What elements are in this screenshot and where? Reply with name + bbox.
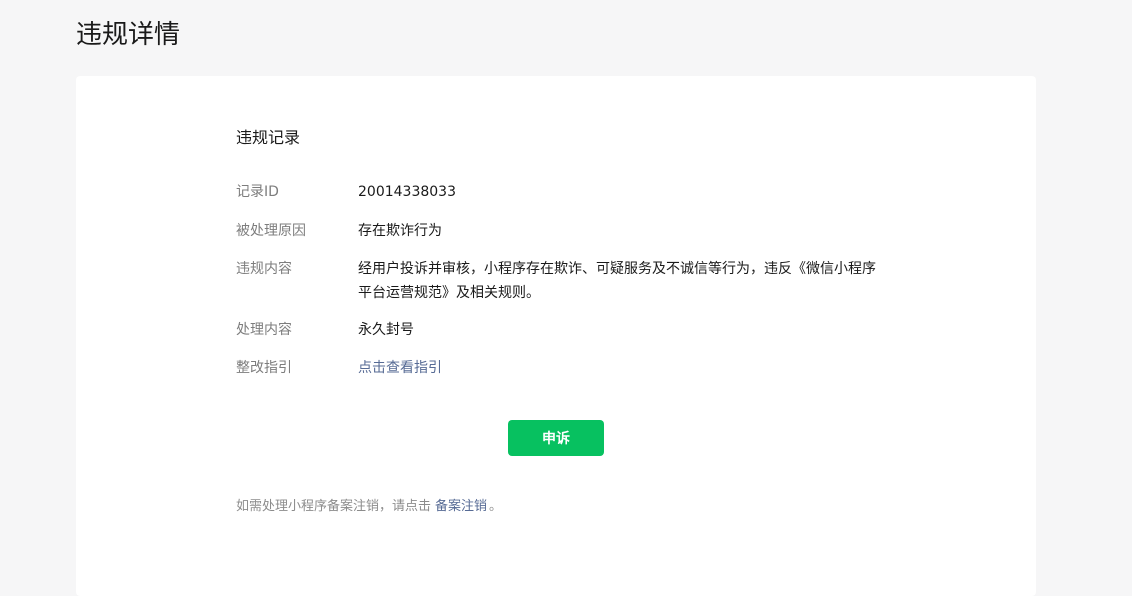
deregistration-note-suffix: 。 — [489, 499, 503, 514]
action-value: 永久封号 — [358, 322, 414, 338]
violation-content-label: 违规内容 — [236, 261, 292, 277]
record-id-label: 记录ID — [236, 184, 279, 200]
section-title: 违规记录 — [236, 128, 301, 147]
view-guide-link[interactable]: 点击查看指引 — [358, 356, 898, 380]
page-title: 违规详情 — [76, 20, 181, 50]
action-label: 处理内容 — [236, 322, 292, 338]
deregistration-note-prefix: 如需处理小程序备案注销，请点击 — [236, 499, 432, 514]
violation-content-value: 经用户投诉并审核，小程序存在欺诈、可疑服务及不诚信等行为，违反《微信小程序 平台… — [358, 257, 898, 305]
reason-value: 存在欺诈行为 — [358, 223, 442, 239]
reason-label: 被处理原因 — [236, 223, 306, 239]
guide-label: 整改指引 — [236, 360, 292, 376]
violation-content-line-2: 平台运营规范》及相关规则。 — [358, 285, 540, 301]
violation-detail-card: 违规记录 记录ID 20014338033 被处理原因 存在欺诈行为 违规内容 … — [76, 76, 1036, 596]
deregistration-link[interactable]: 备案注销 — [435, 499, 487, 514]
appeal-button[interactable]: 申诉 — [508, 420, 604, 456]
deregistration-note: 如需处理小程序备案注销，请点击 备案注销。 — [236, 496, 502, 518]
violation-content-line-1: 经用户投诉并审核，小程序存在欺诈、可疑服务及不诚信等行为，违反《微信小程序 — [358, 261, 876, 277]
record-id-value: 20014338033 — [358, 184, 456, 200]
